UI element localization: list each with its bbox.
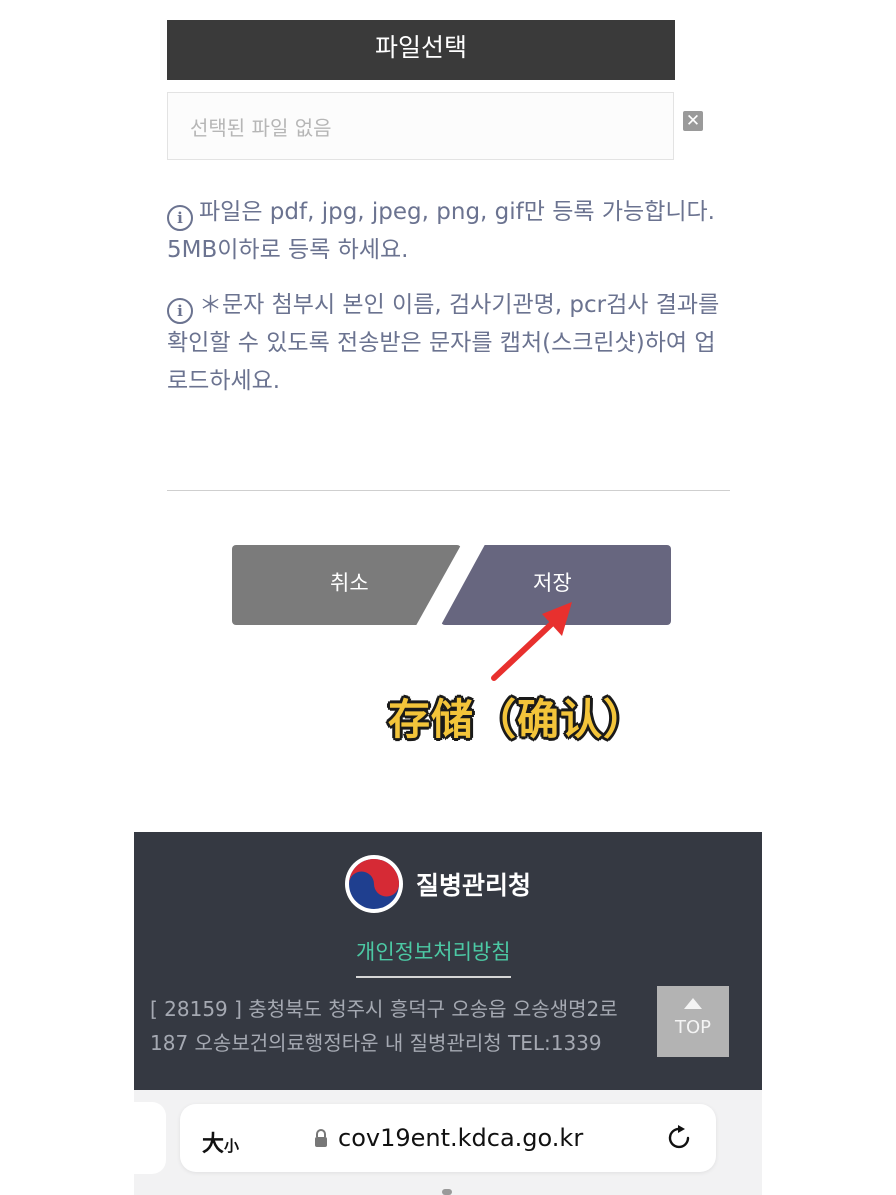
top-label: TOP: [674, 1017, 712, 1038]
lock-icon: [315, 1129, 327, 1147]
kdca-logo-icon: [345, 855, 403, 913]
agency-name: 질병관리청: [416, 871, 532, 900]
address-bar[interactable]: 大小 cov19ent.kdca.go.kr: [180, 1104, 716, 1172]
divider: [167, 490, 730, 491]
footer-address: [ 28159 ] 충청북도 청주시 흥덕구 오송읍 오송생명2로 187 오송…: [150, 997, 618, 1055]
file-select-button[interactable]: 파일선택: [167, 20, 675, 80]
reload-icon[interactable]: [666, 1124, 694, 1152]
file-format-notice-text: 파일은 pdf, jpg, jpeg, png, gif만 등록 가능합니다. …: [167, 199, 715, 263]
info-icon: i: [167, 205, 193, 231]
clear-file-button[interactable]: ✕: [683, 111, 703, 131]
text-size-button[interactable]: 大小: [202, 1126, 239, 1158]
arrow-up-icon: [684, 998, 702, 1009]
file-format-notice: i 파일은 pdf, jpg, jpeg, png, gif만 등록 가능합니다.…: [167, 193, 732, 269]
annotation-label: 存储（确认）: [388, 695, 647, 744]
sms-capture-notice: i ＊문자 첨부시 본인 이름, 검사기관명, pcr검사 결과를 확인할 수 있…: [167, 286, 732, 400]
cancel-button[interactable]: 취소: [232, 545, 461, 625]
previous-tab-card[interactable]: [134, 1102, 166, 1174]
home-indicator: [442, 1189, 452, 1195]
sms-capture-notice-text: ＊문자 첨부시 본인 이름, 검사기관명, pcr검사 결과를 확인할 수 있도…: [167, 292, 720, 394]
text-size-small: 小: [224, 1137, 240, 1155]
annotation-arrow-icon: [491, 602, 572, 681]
text-size-big: 大: [202, 1132, 225, 1157]
info-icon: i: [167, 298, 193, 324]
site-footer: 질병관리청 개인정보처리방침 [ 28159 ] 충청북도 청주시 흥덕구 오송…: [134, 832, 762, 1090]
scroll-top-button[interactable]: TOP: [657, 986, 729, 1057]
file-name-field: 선택된 파일 없음: [167, 92, 674, 160]
close-icon: ✕: [685, 111, 701, 131]
privacy-policy-link[interactable]: 개인정보처리방침: [356, 936, 511, 978]
url-text[interactable]: cov19ent.kdca.go.kr: [338, 1124, 583, 1152]
browser-toolbar: 大小 cov19ent.kdca.go.kr: [134, 1090, 762, 1195]
